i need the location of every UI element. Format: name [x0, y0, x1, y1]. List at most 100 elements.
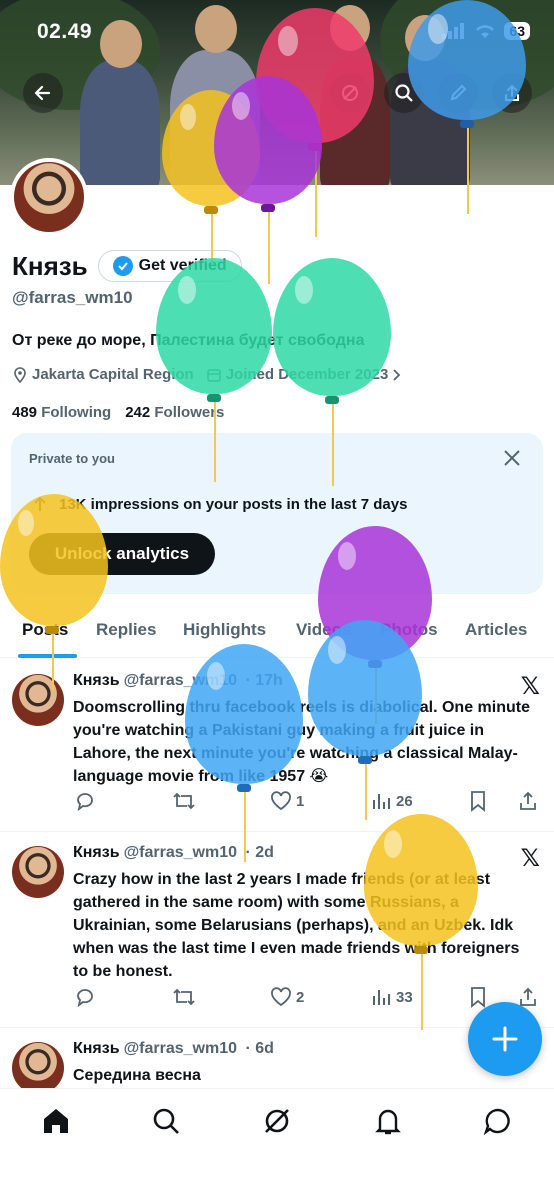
like-button[interactable]: 1 [270, 790, 304, 812]
profile-tabs: Posts Replies Highlights Videos Photos A… [0, 614, 554, 658]
views-count: 33 [396, 988, 413, 1006]
bookmark-button[interactable] [468, 790, 488, 812]
repost-button[interactable] [172, 790, 196, 812]
grok-button[interactable] [330, 73, 370, 113]
status-bar: 02.49 63 [0, 0, 554, 60]
reply-icon [77, 793, 93, 812]
repost-button[interactable] [172, 986, 196, 1008]
notifications-icon[interactable] [372, 1105, 404, 1137]
post-avatar[interactable] [12, 846, 64, 898]
edit-icon [450, 84, 467, 101]
post-share-button[interactable] [518, 790, 538, 812]
views-button[interactable]: 33 [370, 986, 413, 1008]
grok-icon[interactable] [261, 1105, 293, 1137]
following-label: Following [41, 404, 112, 421]
views-button[interactable]: 26 [370, 790, 413, 812]
post-header: Князь @farras_wm10 · 17h [73, 672, 283, 690]
compose-icon [492, 1026, 518, 1052]
like-count: 1 [296, 792, 305, 810]
wifi-icon [476, 25, 495, 38]
impressions-text: 13K impressions on your posts in the las… [59, 495, 408, 513]
post-avatar[interactable] [12, 674, 64, 726]
explore-icon[interactable] [150, 1105, 182, 1137]
trend-up-icon [34, 496, 46, 511]
post-avatar[interactable] [12, 1042, 64, 1088]
post-author-handle: @farras_wm10 [123, 844, 238, 861]
like-count: 2 [296, 988, 305, 1006]
reply-button[interactable] [74, 986, 96, 1008]
search-button[interactable] [384, 73, 424, 113]
reply-button[interactable] [74, 790, 96, 812]
followers-link[interactable]: 242 Followers [125, 404, 224, 421]
bookmark-button[interactable] [468, 986, 488, 1008]
views-icon [373, 794, 390, 809]
profile-handle: @farras_wm10 [12, 288, 133, 307]
chevron-right-icon [393, 368, 401, 381]
private-card-title: Private to you [29, 451, 115, 466]
grok-icon [342, 85, 358, 101]
repost-icon [173, 988, 195, 1006]
unlock-analytics-button[interactable]: Unlock analytics [29, 533, 215, 575]
post-author-name: Князь [73, 1040, 120, 1057]
post-author-name: Князь [73, 844, 120, 861]
reply-icon [77, 989, 93, 1008]
following-link[interactable]: 489 Following [12, 404, 111, 421]
status-icons: 63 [442, 22, 530, 40]
verified-badge-icon [112, 256, 133, 276]
profile-bio: От реке до море, Палестина будет свободн… [12, 332, 365, 349]
messages-icon[interactable] [482, 1105, 514, 1137]
post-actions: 1 26 [74, 790, 544, 814]
post-time: · 2d [245, 844, 274, 861]
signal-icon [442, 23, 465, 39]
following-count: 489 [12, 404, 38, 421]
get-verified-label: Get verified [138, 257, 227, 274]
location-text: Jakarta Capital Region [32, 366, 194, 383]
followers-count: 242 [125, 404, 151, 421]
search-icon [395, 84, 413, 102]
post-header: Князь @farras_wm10 · 6d [73, 1040, 274, 1058]
follow-stats: 489 Following 242 Followers [12, 404, 224, 421]
edit-button[interactable] [438, 73, 478, 113]
joined-text: Joined December 2023 [225, 366, 389, 383]
like-icon [271, 791, 291, 811]
tab-articles[interactable]: Articles [465, 620, 527, 640]
share-icon [520, 791, 536, 810]
like-button[interactable]: 2 [270, 986, 304, 1008]
tab-videos[interactable]: Videos [296, 620, 351, 640]
profile-avatar[interactable] [10, 158, 88, 236]
back-button[interactable] [23, 73, 63, 113]
tab-posts[interactable]: Posts [22, 620, 68, 640]
post-item[interactable]: Князь @farras_wm10 · 17h 𝕏 Doomscrolling … [0, 660, 554, 832]
private-analytics-card: Private to you 13K impressions on your p… [11, 433, 543, 594]
views-icon [373, 990, 390, 1005]
joined-item[interactable]: Joined December 2023 [206, 366, 403, 383]
status-time: 02.49 [37, 20, 93, 43]
followers-label: Followers [154, 404, 225, 421]
tab-highlights[interactable]: Highlights [183, 620, 266, 640]
post-header: Князь @farras_wm10 · 2d [73, 844, 274, 862]
post-author-name: Князь [73, 672, 120, 689]
location-icon [14, 366, 26, 383]
post-text: Середина весна [73, 1067, 201, 1084]
repost-icon [173, 792, 195, 810]
post-item[interactable]: Князь @farras_wm10 · 2d 𝕏 Crazy how in th… [0, 832, 554, 1028]
impressions-row: 13K impressions on your posts in the las… [31, 495, 407, 513]
tab-photos[interactable]: Photos [380, 620, 438, 640]
like-icon [271, 987, 291, 1007]
post-text: Doomscrolling thru facebook reels is dia… [73, 699, 530, 785]
post-text: Crazy how in the last 2 years I made fri… [73, 871, 520, 980]
get-verified-button[interactable]: Get verified [97, 250, 242, 282]
share-button[interactable] [492, 73, 532, 113]
back-arrow-icon [34, 85, 51, 101]
display-name: Князь [12, 250, 88, 281]
post-author-handle: @farras_wm10 [123, 1040, 238, 1057]
bookmark-icon [471, 987, 485, 1008]
post-author-handle: @farras_wm10 [123, 672, 238, 689]
bookmark-icon [471, 791, 485, 812]
post-time: · 17h [245, 672, 283, 689]
home-icon[interactable] [40, 1105, 72, 1137]
tab-replies[interactable]: Replies [96, 620, 156, 640]
bottom-nav [0, 1088, 554, 1199]
close-icon[interactable] [501, 447, 523, 469]
compose-button[interactable] [468, 1002, 542, 1076]
